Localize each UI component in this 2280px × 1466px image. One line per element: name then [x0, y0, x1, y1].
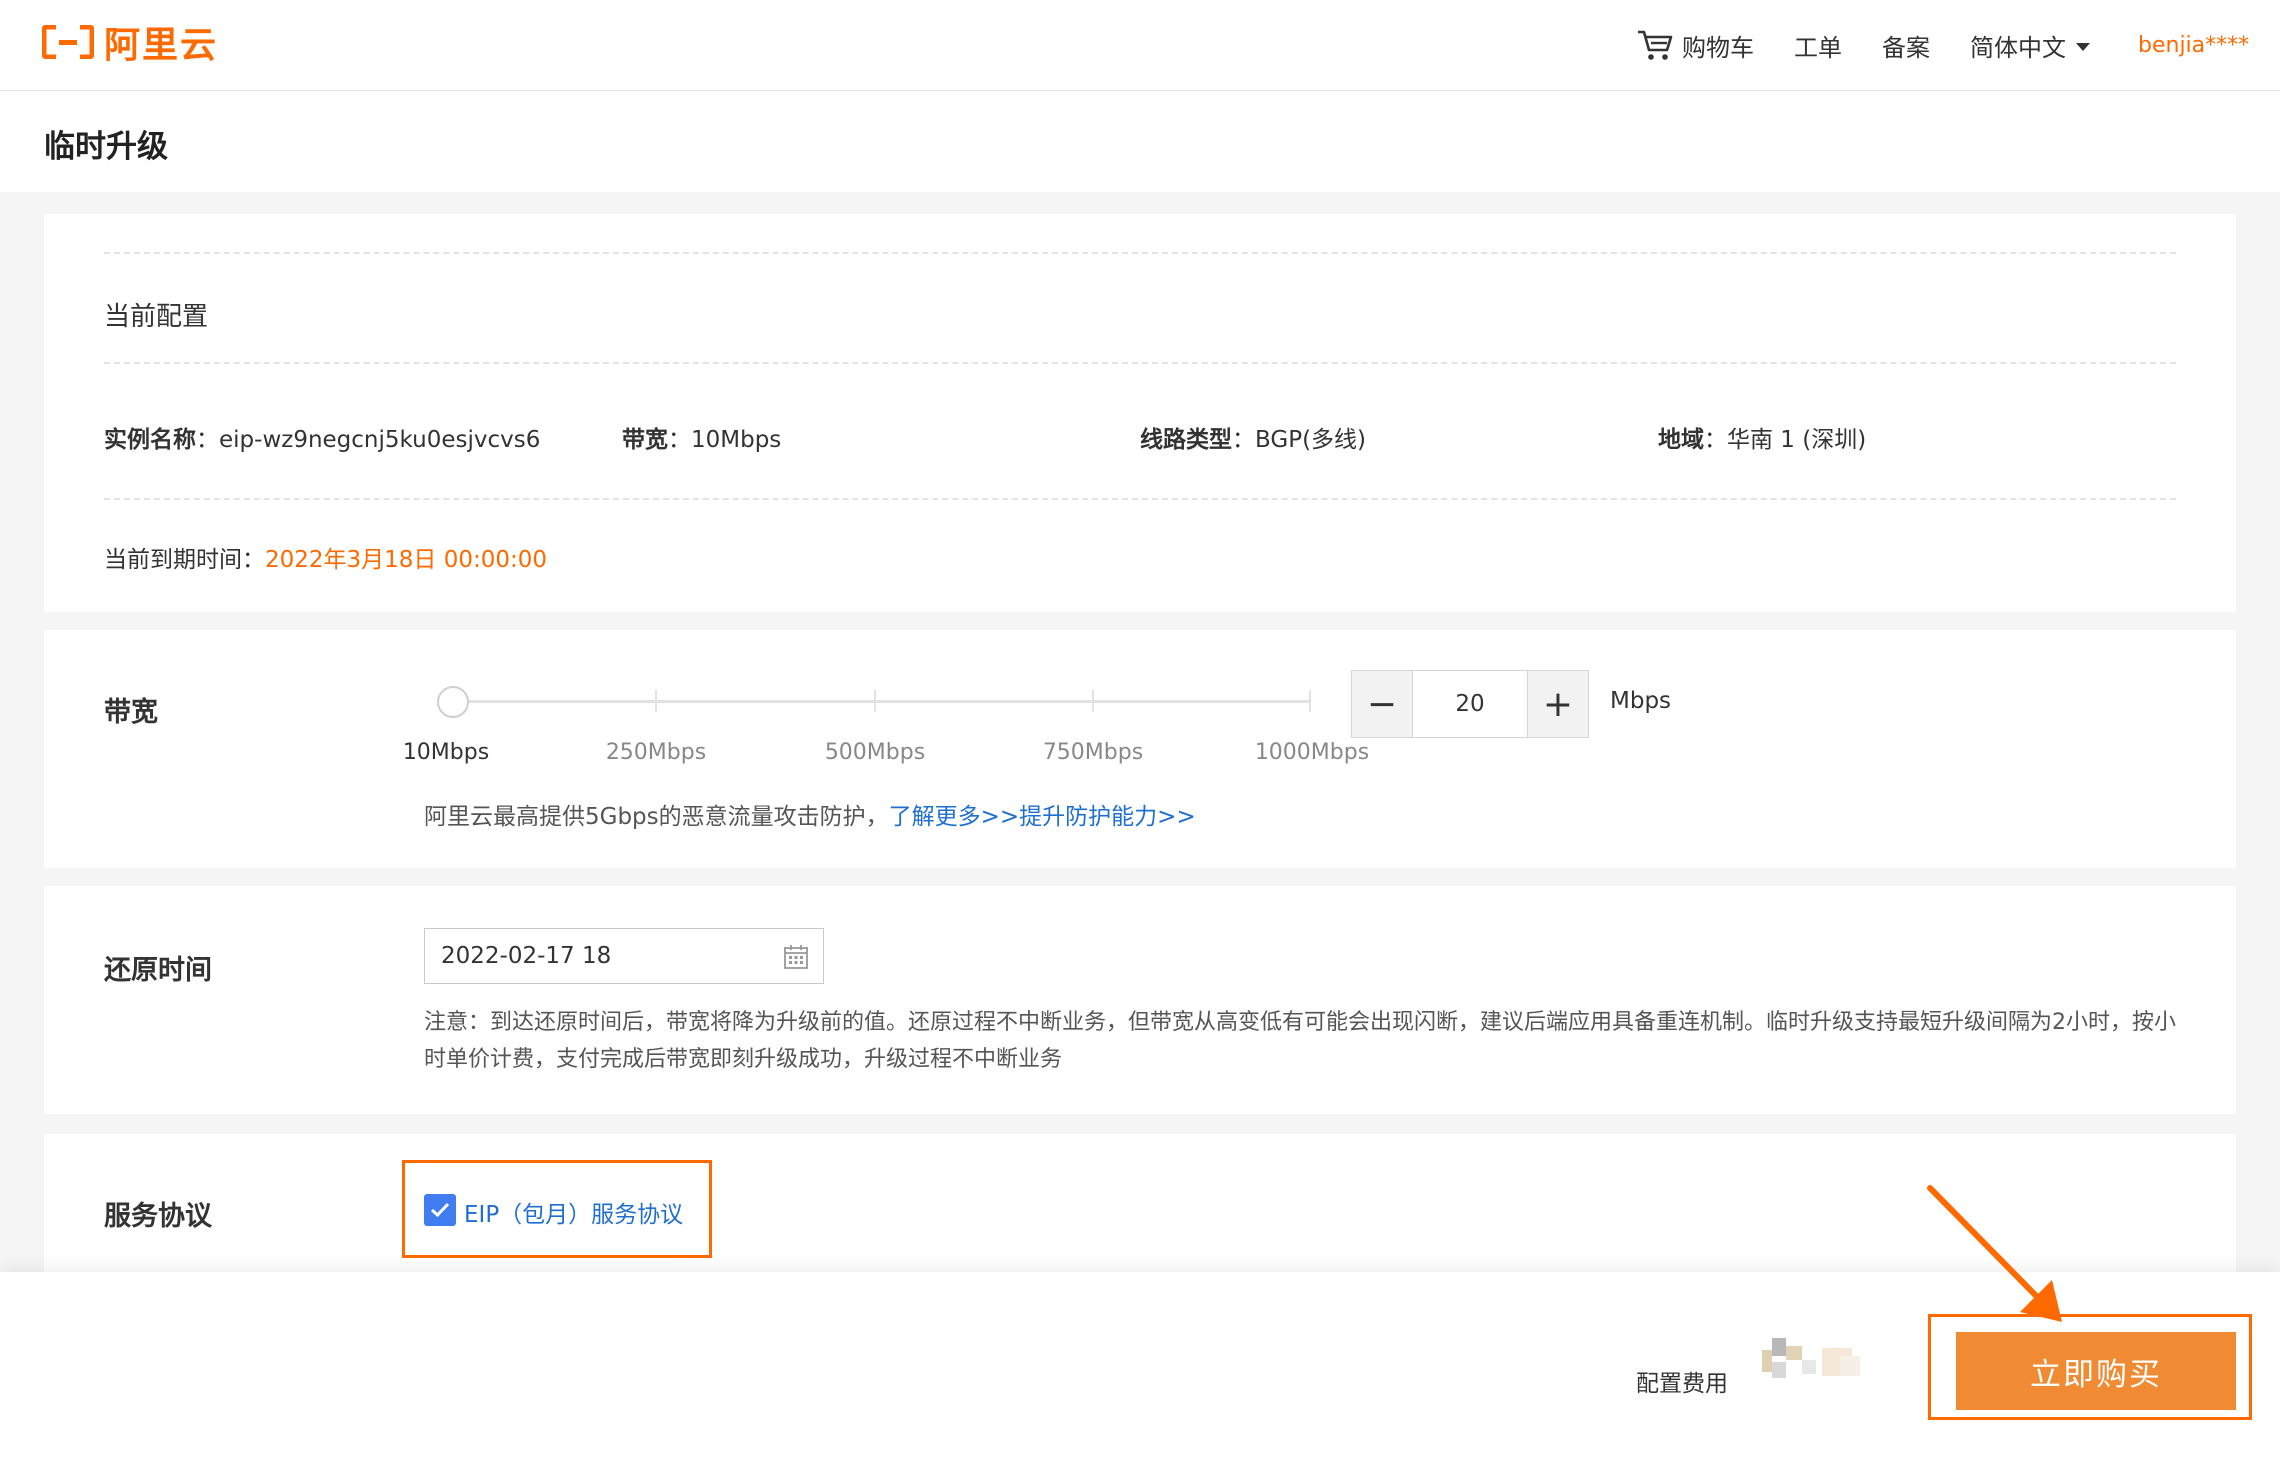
fee-amount-redacted: [1762, 1338, 1860, 1378]
ddos-note: 阿里云最高提供5Gbps的恶意流量攻击防护，了解更多>>提升防护能力>>: [424, 797, 1196, 831]
page-title: 临时升级: [44, 129, 168, 165]
restore-date-picker[interactable]: 2022-02-17 18: [424, 928, 824, 984]
buy-now-button[interactable]: 立即购买: [1956, 1332, 2236, 1410]
bandwidth-stepper: − 20 +: [1351, 670, 1589, 738]
language-label: 简体中文: [1970, 33, 2066, 62]
slider-tick: [1309, 690, 1311, 712]
line-type: 线路类型：BGP(多线): [1140, 427, 1367, 453]
restore-notice: 注意：到达还原时间后，带宽将降为升级前的值。还原过程不中断业务，但带宽从高变低有…: [424, 1010, 2177, 1072]
region-value: 华南 1 (深圳): [1727, 427, 1867, 453]
bandwidth-section-label: 带宽: [104, 697, 158, 728]
top-nav: 阿里云 购物车 工单 备案 简体中文 benjia****: [0, 0, 2280, 91]
current-bandwidth: 带宽：10Mbps: [622, 427, 782, 453]
slider-tick-label: 250Mbps: [605, 740, 707, 765]
page-header: 临时升级: [0, 91, 2280, 192]
restore-date-value: 2022-02-17 18: [441, 943, 612, 969]
bandwidth-input[interactable]: 20: [1412, 671, 1528, 737]
instance-name: 实例名称：eip-wz9negcnj5ku0esjvcvs6: [104, 427, 541, 453]
cart-icon: [1638, 30, 1673, 60]
slider-tick-label: 750Mbps: [1042, 740, 1144, 765]
aliyun-logo[interactable]: 阿里云: [42, 18, 218, 66]
agreement-card: 服务协议: [44, 1134, 2236, 1294]
config-title: 当前配置: [104, 302, 209, 332]
current-bandwidth-value: 10Mbps: [691, 427, 782, 453]
restore-time-card: 还原时间: [44, 886, 2236, 1114]
agreement-link[interactable]: EIP（包月）服务协议: [464, 1195, 683, 1229]
calendar-icon: [784, 945, 808, 969]
agreement-section-label: 服务协议: [104, 1201, 212, 1232]
increment-button[interactable]: +: [1528, 671, 1588, 737]
slider-tick-label: 1000Mbps: [1254, 740, 1370, 765]
current-config-card: 当前配置 实例名称：eip-wz9negcnj5ku0esjvcvs6 带宽：1…: [44, 214, 2236, 612]
line-type-label: 线路类型: [1140, 427, 1232, 453]
bandwidth-slider-handle[interactable]: [437, 686, 469, 718]
expire-value: 2022年3月18日 00:00:00: [265, 547, 548, 573]
agreement-checkbox[interactable]: [424, 1194, 456, 1226]
ddos-note-text: 阿里云最高提供5Gbps的恶意流量攻击防护，: [424, 804, 889, 830]
restore-section-label: 还原时间: [104, 955, 212, 986]
slider-tick: [655, 690, 657, 712]
slider-tick: [1092, 690, 1094, 712]
expire-time: 当前到期时间：2022年3月18日 00:00:00: [104, 540, 547, 574]
nav-cart-label: 购物车: [1682, 33, 1754, 62]
aliyun-logo-icon: [42, 25, 94, 59]
line-type-value: BGP(多线): [1255, 427, 1367, 453]
checkmark-icon: [430, 1202, 450, 1218]
instance-name-value: eip-wz9negcnj5ku0esjvcvs6: [219, 427, 541, 453]
instance-name-label: 实例名称: [104, 427, 196, 453]
slider-tick-label: 10Mbps: [402, 740, 490, 765]
nav-ticket[interactable]: 工单: [1794, 0, 1842, 90]
ddos-learn-more-link[interactable]: 了解更多>>提升防护能力>>: [889, 804, 1196, 830]
nav-icp[interactable]: 备案: [1882, 0, 1930, 90]
region-label: 地域: [1658, 427, 1704, 453]
divider: [104, 252, 2176, 254]
expire-label: 当前到期时间：: [104, 547, 265, 573]
language-select[interactable]: 简体中文: [1970, 0, 2090, 90]
region: 地域：华南 1 (深圳): [1658, 427, 1867, 453]
decrement-button[interactable]: −: [1352, 671, 1412, 737]
slider-tick-label: 500Mbps: [824, 740, 926, 765]
nav-cart[interactable]: 购物车: [1636, 0, 1754, 90]
current-bandwidth-label: 带宽: [622, 427, 668, 453]
bandwidth-slider-track[interactable]: [455, 700, 1310, 703]
divider: [104, 362, 2176, 364]
bandwidth-unit: Mbps: [1610, 688, 1672, 714]
brand-name: 阿里云: [104, 25, 219, 66]
fee-label: 配置费用: [1636, 1371, 1728, 1397]
slider-tick: [874, 690, 876, 712]
divider: [104, 498, 2176, 500]
user-account[interactable]: benjia****: [2138, 0, 2249, 90]
caret-down-icon: [2076, 43, 2090, 51]
